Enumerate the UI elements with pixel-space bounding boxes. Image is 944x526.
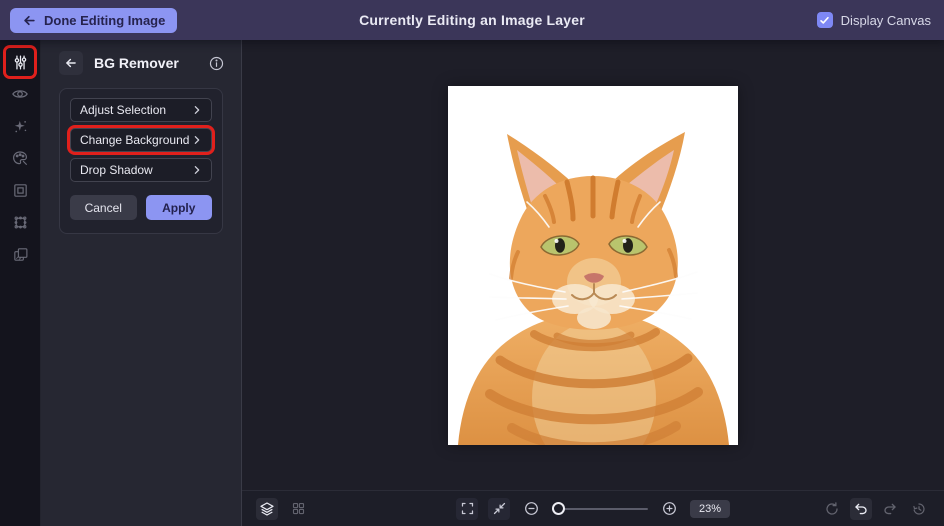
toolbar-right-group <box>821 497 930 520</box>
sidebar-item-blend[interactable] <box>6 240 34 268</box>
layers-icon <box>259 501 275 517</box>
fullscreen-icon <box>459 501 474 516</box>
page-title: Currently Editing an Image Layer <box>359 12 585 28</box>
done-editing-label: Done Editing Image <box>44 12 166 28</box>
cat-image <box>448 85 738 445</box>
adjust-selection-button[interactable]: Adjust Selection <box>70 98 212 122</box>
bg-remover-panel: BG Remover Adjust Selection Change Backg… <box>41 40 242 526</box>
redo-icon <box>882 501 898 517</box>
display-canvas-label: Display Canvas <box>840 12 931 28</box>
sidebar-item-outline[interactable] <box>6 208 34 236</box>
apply-button[interactable]: Apply <box>145 195 212 220</box>
drop-shadow-button[interactable]: Drop Shadow <box>70 158 212 182</box>
history-icon <box>911 501 927 517</box>
top-bar: Done Editing Image Currently Editing an … <box>0 0 944 40</box>
panel-actions: Cancel Apply <box>70 195 212 220</box>
bottom-toolbar: 23% <box>242 490 944 526</box>
panel-title: BG Remover <box>94 55 179 71</box>
adjust-selection-label: Adjust Selection <box>80 103 167 117</box>
undo-button[interactable] <box>850 497 872 520</box>
tool-sidebar <box>0 40 41 526</box>
done-editing-button[interactable]: Done Editing Image <box>10 7 178 33</box>
reset-button[interactable] <box>821 498 843 520</box>
history-button[interactable] <box>908 498 930 520</box>
adjust-sliders-icon <box>12 54 29 71</box>
chevron-right-icon <box>192 105 202 115</box>
duplicate-icon <box>12 246 29 263</box>
panel-header: BG Remover <box>41 40 241 86</box>
sidebar-item-draw[interactable] <box>6 144 34 172</box>
drop-shadow-label: Drop Shadow <box>80 163 153 177</box>
cancel-button[interactable]: Cancel <box>70 195 137 220</box>
arrow-left-icon <box>64 56 78 70</box>
change-background-button[interactable]: Change Background <box>70 128 212 152</box>
sidebar-item-eye[interactable] <box>6 80 34 108</box>
back-button[interactable] <box>59 51 83 75</box>
fullscreen-button[interactable] <box>455 497 478 520</box>
grid-view-button[interactable] <box>287 498 309 520</box>
image-artboard[interactable] <box>448 85 738 445</box>
zoom-slider-track <box>551 507 648 510</box>
redo-button[interactable] <box>879 498 901 520</box>
info-icon <box>208 55 225 72</box>
fit-screen-icon <box>491 501 506 516</box>
chevron-right-icon <box>192 135 202 145</box>
zoom-slider-handle[interactable] <box>551 501 565 515</box>
sidebar-item-canvas[interactable] <box>6 176 34 204</box>
layers-button[interactable] <box>256 497 278 520</box>
frame-icon <box>12 182 29 199</box>
palette-icon <box>11 149 29 167</box>
sidebar-item-adjust[interactable] <box>6 48 34 76</box>
display-canvas-toggle: Display Canvas <box>816 12 931 28</box>
zoom-controls: 23% <box>455 497 731 520</box>
sidebar-item-effects[interactable] <box>6 112 34 140</box>
eye-icon <box>11 85 29 103</box>
sparkles-icon <box>12 118 29 135</box>
undo-icon <box>853 501 869 517</box>
info-button[interactable] <box>208 55 225 72</box>
panel-card: Adjust Selection Change Background Drop … <box>59 88 223 234</box>
canvas-area <box>242 40 944 490</box>
zoom-percent-readout[interactable]: 23% <box>689 499 731 518</box>
chevron-right-icon <box>192 165 202 175</box>
zoom-slider[interactable] <box>551 501 648 516</box>
change-background-label: Change Background <box>80 133 190 147</box>
image-editor-app: Done Editing Image Currently Editing an … <box>0 0 944 526</box>
fit-screen-button[interactable] <box>487 497 510 520</box>
zoom-in-icon <box>660 500 677 517</box>
grid-icon <box>291 501 306 516</box>
reset-icon <box>824 501 840 517</box>
selection-icon <box>12 214 29 231</box>
toolbar-left-group <box>256 497 309 520</box>
display-canvas-checkbox[interactable] <box>816 12 833 28</box>
zoom-out-button[interactable] <box>520 498 542 520</box>
zoom-in-button[interactable] <box>658 498 680 520</box>
zoom-out-icon <box>522 500 539 517</box>
arrow-left-icon <box>22 13 37 28</box>
check-icon <box>819 15 830 26</box>
